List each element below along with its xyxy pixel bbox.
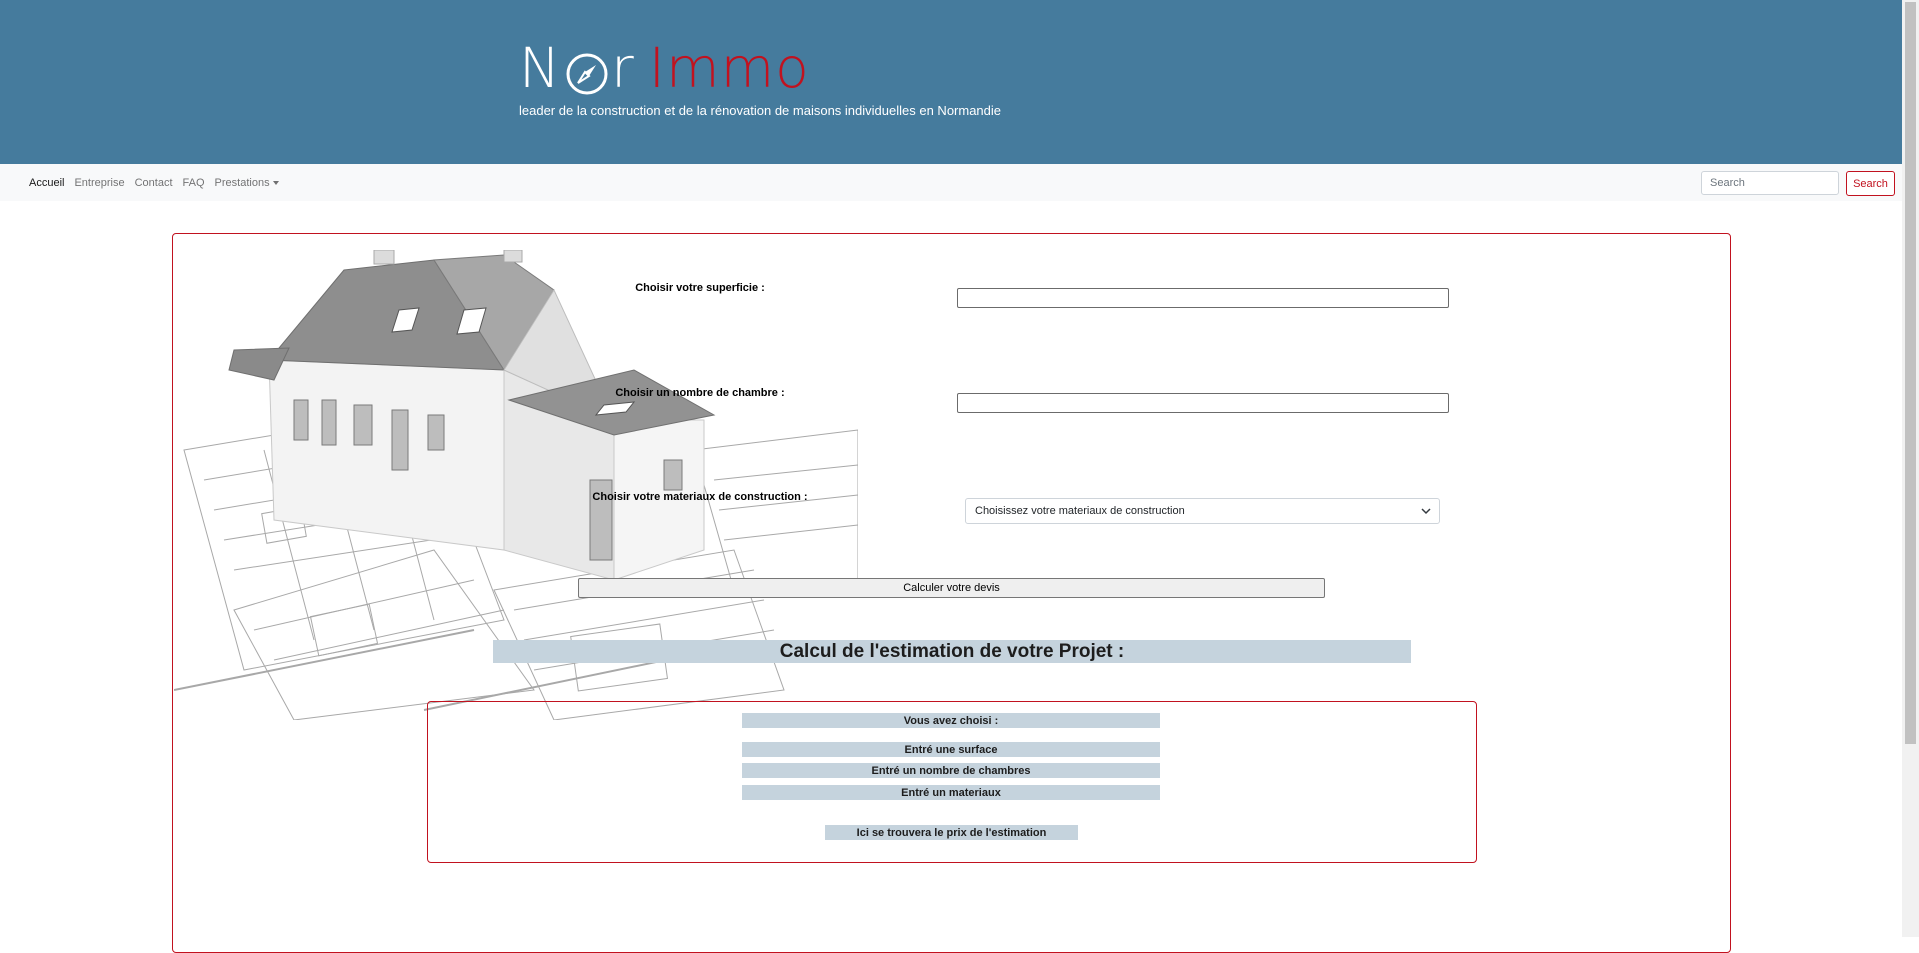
surface-input[interactable] <box>957 288 1449 308</box>
chosen-surface: Entré une surface <box>742 742 1160 757</box>
search-input[interactable] <box>1701 171 1839 195</box>
chambres-input[interactable] <box>957 393 1449 413</box>
nav-dropdown-prestations[interactable]: Prestations <box>210 177 284 189</box>
nav-link-contact[interactable]: Contact <box>130 177 178 189</box>
nav-link-entreprise[interactable]: Entreprise <box>69 177 129 189</box>
chosen-materiaux: Entré un materiaux <box>742 785 1160 800</box>
estimate-price: Ici se trouvera le prix de l'estimation <box>825 825 1078 840</box>
site-header: N r Immo leader de la construction et de… <box>0 0 1902 164</box>
search-button[interactable]: Search <box>1846 171 1895 196</box>
surface-label: Choisir votre superficie : <box>635 282 765 294</box>
chosen-chambres: Entré un nombre de chambres <box>742 763 1160 778</box>
scrollbar-thumb[interactable] <box>1905 2 1916 744</box>
page-scrollbar[interactable] <box>1902 0 1919 937</box>
nav-link-faq[interactable]: FAQ <box>178 177 210 189</box>
navbar: Accueil Entreprise Contact FAQ Prestatio… <box>0 164 1902 201</box>
estimate-title: Calcul de l'estimation de votre Projet : <box>493 640 1411 663</box>
logo-text-nor-n: N <box>519 36 562 100</box>
materiaux-select[interactable]: Choisissez votre materiaux de constructi… <box>965 498 1440 524</box>
logo-text-immo: Immo <box>648 36 810 100</box>
materiaux-label: Choisir votre materiaux de construction … <box>592 491 808 503</box>
site-tagline: leader de la construction et de la rénov… <box>519 103 1002 118</box>
nav-link-accueil[interactable]: Accueil <box>24 177 69 189</box>
logo-text-nor-r: r <box>611 36 635 100</box>
nav-links: Accueil Entreprise Contact FAQ Prestatio… <box>24 177 284 189</box>
materiaux-select-value: Choisissez votre materiaux de constructi… <box>975 505 1185 517</box>
nav-dropdown-label: Prestations <box>214 176 270 189</box>
chambres-label: Choisir un nombre de chambre : <box>615 387 785 399</box>
calculate-quote-button[interactable]: Calculer votre devis <box>578 578 1325 598</box>
chevron-down-icon <box>1421 508 1431 515</box>
caret-down-icon <box>272 180 279 185</box>
compass-icon <box>566 53 608 95</box>
chosen-heading: Vous avez choisi : <box>742 713 1160 728</box>
site-logo[interactable]: N r Immo <box>519 36 810 100</box>
